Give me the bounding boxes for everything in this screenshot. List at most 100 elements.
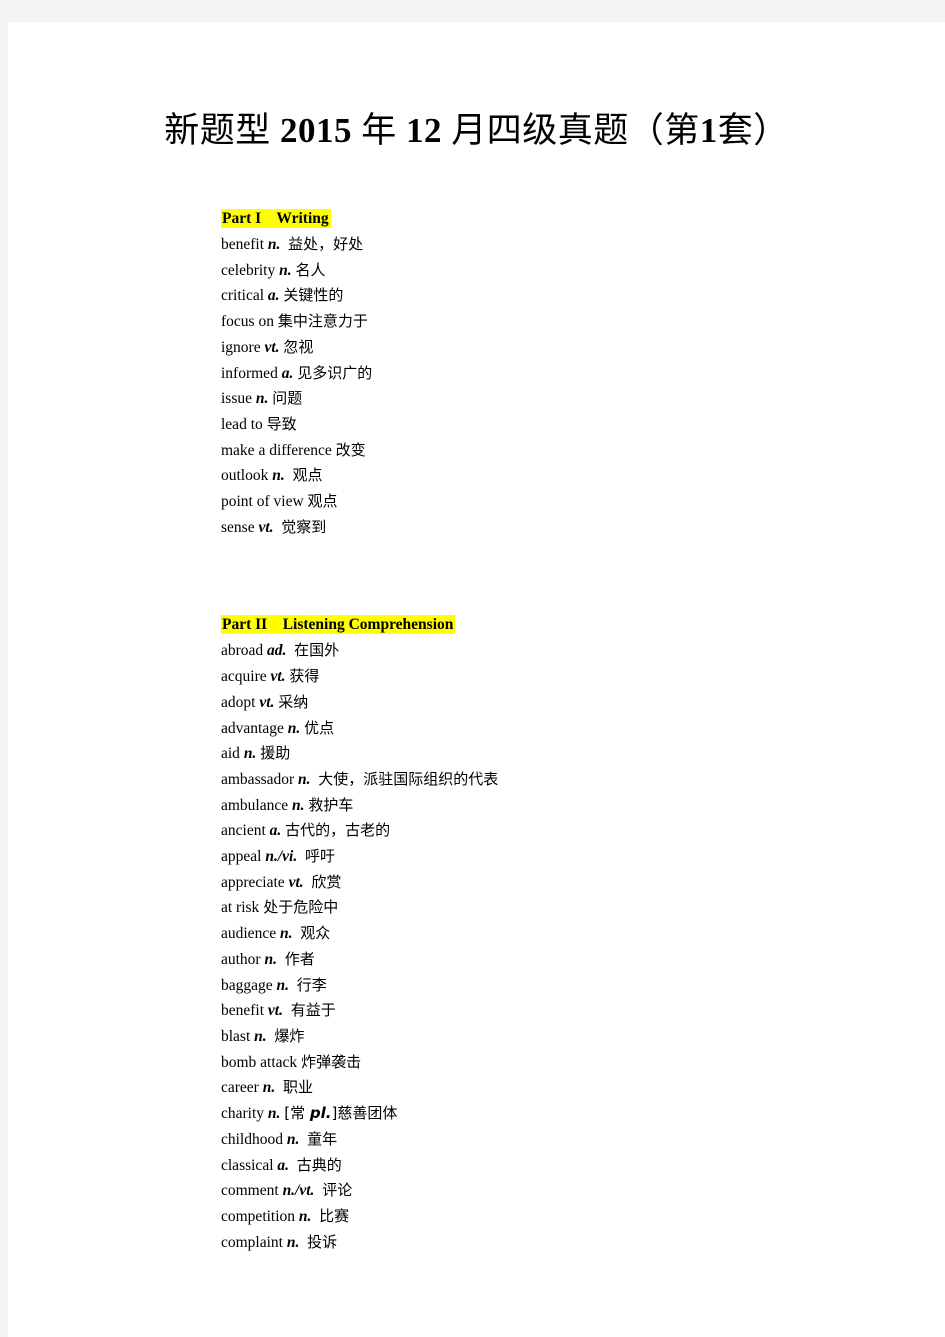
part-of-speech: n. <box>279 925 293 943</box>
word-entry: charity n. [常 pl.]慈善团体 <box>221 1101 913 1127</box>
word-meaning: 优点 <box>304 718 335 737</box>
word-meaning: 观点 <box>307 492 338 511</box>
word-meaning: 作者 <box>284 949 315 968</box>
entry-spacer <box>283 1002 291 1019</box>
word-term: career <box>221 1079 263 1097</box>
word-entry: ambassador n. 大使，派驻国际组织的代表 <box>221 767 913 793</box>
word-entry: issue n. 问题 <box>221 386 913 412</box>
word-meaning: 关键性的 <box>283 286 344 305</box>
section-heading-part-1: Part I Writing <box>221 208 913 229</box>
word-term: benefit <box>221 1002 268 1020</box>
word-term: ambulance <box>221 796 293 814</box>
part-of-speech: n. <box>286 1233 300 1251</box>
part-of-speech: n. <box>264 950 277 968</box>
word-term: sense <box>221 518 259 536</box>
entry-spacer <box>299 1131 307 1148</box>
part-of-speech: n. <box>262 1079 276 1097</box>
word-meaning: 职业 <box>282 1078 313 1097</box>
word-entry: career n. 职业 <box>221 1075 913 1101</box>
word-entry: abroad ad. 在国外 <box>221 638 913 664</box>
word-meaning: 古典的 <box>296 1155 342 1174</box>
word-meaning: 导致 <box>266 414 297 433</box>
word-meaning: 集中注意力于 <box>277 312 368 331</box>
word-term: make a difference <box>221 441 336 459</box>
word-entry: appreciate vt. 欣赏 <box>221 870 913 896</box>
section-part-2: Part II Listening Comprehension abroad a… <box>213 614 913 1255</box>
word-entry: aid n. 援助 <box>221 741 913 767</box>
part-of-speech: n. <box>276 976 290 994</box>
word-term: baggage <box>221 976 277 994</box>
word-term: adopt <box>221 693 260 711</box>
word-meaning: 观众 <box>300 924 331 943</box>
word-entry: author n. 作者 <box>221 947 913 973</box>
word-meaning: 名人 <box>295 260 326 279</box>
word-term: author <box>221 950 265 968</box>
part-of-speech: n./vt. <box>282 1182 315 1200</box>
word-term: blast <box>221 1027 255 1045</box>
word-entry: at risk 处于危险中 <box>221 895 913 921</box>
word-entry: focus on 集中注意力于 <box>221 309 913 335</box>
word-entry: adopt vt. 采纳 <box>221 690 913 716</box>
part-of-speech: a. <box>269 822 282 840</box>
entry-spacer <box>299 1234 307 1251</box>
word-term: issue <box>221 390 256 408</box>
word-term: aid <box>221 745 244 763</box>
word-meaning: 改变 <box>335 440 366 459</box>
section-heading-highlight: Part II Listening Comprehension <box>221 615 456 635</box>
word-meaning: 欣赏 <box>311 872 342 891</box>
word-meaning: 获得 <box>289 667 320 686</box>
word-term: complaint <box>221 1233 287 1251</box>
word-meaning: 古代的，古老的 <box>285 821 391 840</box>
word-entry: comment n./vt. 评论 <box>221 1178 913 1204</box>
word-meaning: 忽视 <box>283 337 314 356</box>
word-term: at risk <box>221 899 264 917</box>
word-term: ambassador <box>221 770 299 788</box>
word-meaning: 益处，好处 <box>288 235 364 253</box>
word-meaning: 行李 <box>296 975 327 994</box>
word-term: informed <box>221 364 282 382</box>
word-entry: acquire vt. 获得 <box>221 664 913 690</box>
section-part-1: Part I Writing benefit n. 益处，好处 celebrity… <box>213 208 913 540</box>
part-of-speech: vt. <box>270 668 286 686</box>
word-term: classical <box>221 1156 278 1174</box>
part-of-speech: n. <box>272 467 285 485</box>
word-term: benefit <box>221 236 268 253</box>
word-meaning: 爆炸 <box>274 1026 305 1045</box>
title-suffix: 套） <box>717 111 789 150</box>
part-of-speech: n. <box>292 796 305 814</box>
word-entry: advantage n. 优点 <box>221 716 913 742</box>
word-meaning: 大使，派驻国际组织的代表 <box>318 769 499 788</box>
part-of-speech: n. <box>267 236 281 253</box>
word-entry: outlook n. 观点 <box>221 463 913 489</box>
word-term: abroad <box>221 642 268 660</box>
word-meaning: 救护车 <box>308 795 354 814</box>
part-of-speech: vt. <box>259 693 275 711</box>
part-of-speech: n. <box>298 1207 312 1225</box>
word-meaning: 投诉 <box>307 1232 338 1251</box>
word-term: bomb attack <box>221 1053 302 1071</box>
word-term: appreciate <box>221 873 289 891</box>
title-year-char: 年 <box>361 111 397 150</box>
word-entry: benefit vt. 有益于 <box>221 998 913 1024</box>
word-meaning: [常 pl.]慈善团体 <box>284 1104 397 1122</box>
word-meaning: 处于危险中 <box>263 898 339 917</box>
part-of-speech: a. <box>267 287 280 305</box>
title-middle: 月四级真题（第 <box>451 111 700 150</box>
title-prefix: 新题型 <box>164 111 271 150</box>
word-entry: blast n. 爆炸 <box>221 1024 913 1050</box>
word-entry: lead to 导致 <box>221 412 913 438</box>
section-heading-highlight: Part I Writing <box>221 209 331 228</box>
word-term: ignore <box>221 338 265 356</box>
word-entry: informed a. 见多识广的 <box>221 361 913 387</box>
word-term: childhood <box>221 1130 287 1148</box>
word-meaning: 援助 <box>260 744 291 763</box>
part-of-speech: n. <box>255 390 269 408</box>
entry-spacer <box>275 1079 283 1096</box>
word-term: competition <box>221 1207 299 1225</box>
part-of-speech: n. <box>286 1130 300 1148</box>
word-term: critical <box>221 287 268 305</box>
entry-spacer <box>289 977 297 994</box>
meaning-prefix: [常 <box>284 1104 310 1123</box>
word-entry: audience n. 观众 <box>221 921 913 947</box>
word-entry: ancient a. 古代的，古老的 <box>221 818 913 844</box>
